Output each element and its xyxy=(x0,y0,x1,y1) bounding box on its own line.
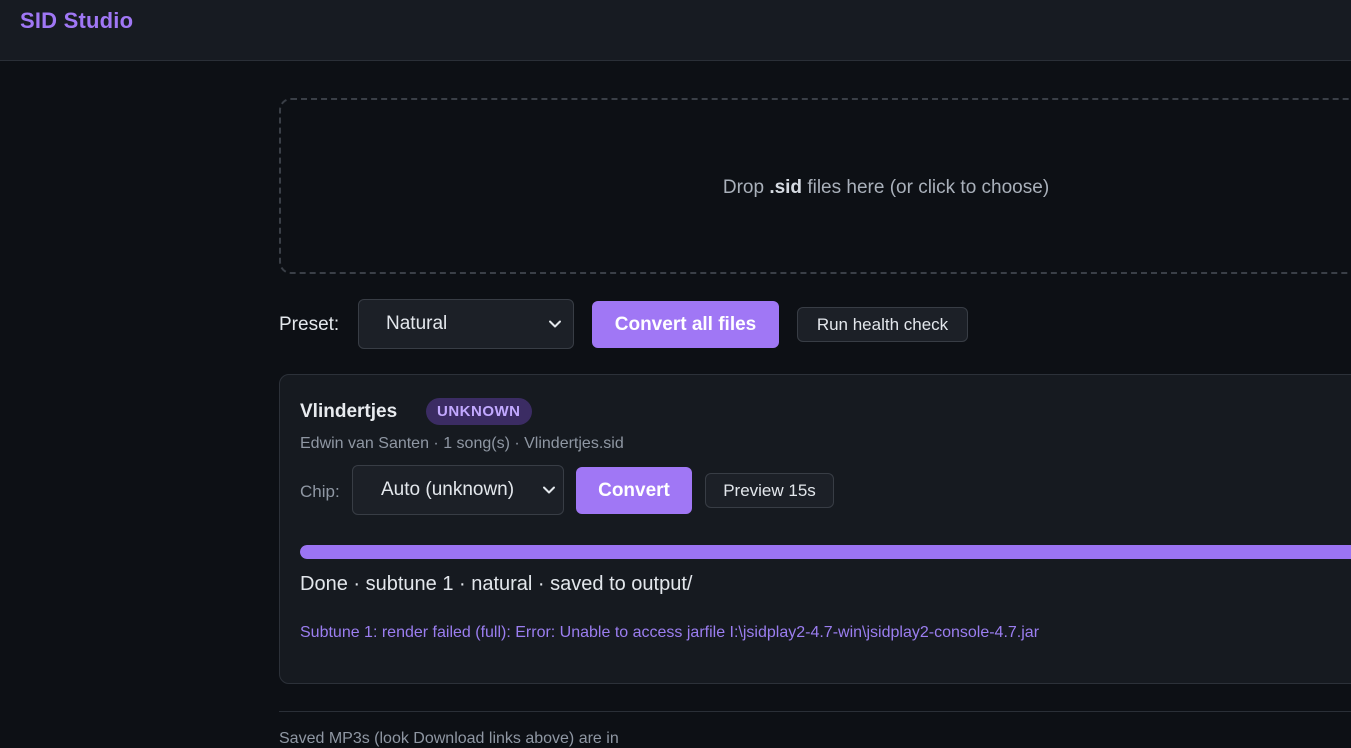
progress-fill xyxy=(300,545,1351,559)
conversion-progress-bar xyxy=(300,545,1351,559)
chip-select[interactable]: Auto (unknown) xyxy=(352,465,564,515)
section-divider xyxy=(279,711,1351,712)
chip-select-value: Auto (unknown) xyxy=(381,479,515,500)
chevron-down-icon xyxy=(543,486,555,494)
convert-all-button[interactable]: Convert all files xyxy=(592,301,779,348)
file-title: Vlindertjes xyxy=(300,401,398,422)
preset-select-value: Natural xyxy=(386,313,448,334)
drop-zone-extension: .sid xyxy=(769,177,803,198)
file-drop-zone[interactable]: Drop .sid files here (or click to choose… xyxy=(279,98,1351,274)
conversion-status: Done · subtune 1 · natural · saved to ou… xyxy=(300,573,693,595)
chip-label: Chip: xyxy=(300,482,340,501)
health-check-button[interactable]: Run health check xyxy=(797,307,968,342)
drop-zone-text-after: files here (or click to choose) xyxy=(802,177,1050,198)
file-meta: Edwin van Santen · 1 song(s) · Vlindertj… xyxy=(300,435,624,452)
status-badge: UNKNOWN xyxy=(426,398,532,425)
file-card: Vlindertjes UNKNOWN Edwin van Santen · 1… xyxy=(279,374,1351,684)
app-title: SID Studio xyxy=(20,8,134,33)
top-bar: SID Studio xyxy=(0,0,1351,61)
convert-button[interactable]: Convert xyxy=(576,467,692,514)
drop-zone-text: Drop .sid files here (or click to choose… xyxy=(281,177,1351,199)
error-message: Subtune 1: render failed (full): Error: … xyxy=(300,624,1040,641)
footer-text: Saved MP3s (look Download links above) a… xyxy=(279,730,619,747)
preview-button[interactable]: Preview 15s xyxy=(705,473,834,508)
drop-zone-text-before: Drop xyxy=(722,177,770,198)
chevron-down-icon xyxy=(549,320,561,328)
preset-label: Preset: xyxy=(279,314,340,335)
preset-select[interactable]: Natural xyxy=(358,299,574,349)
